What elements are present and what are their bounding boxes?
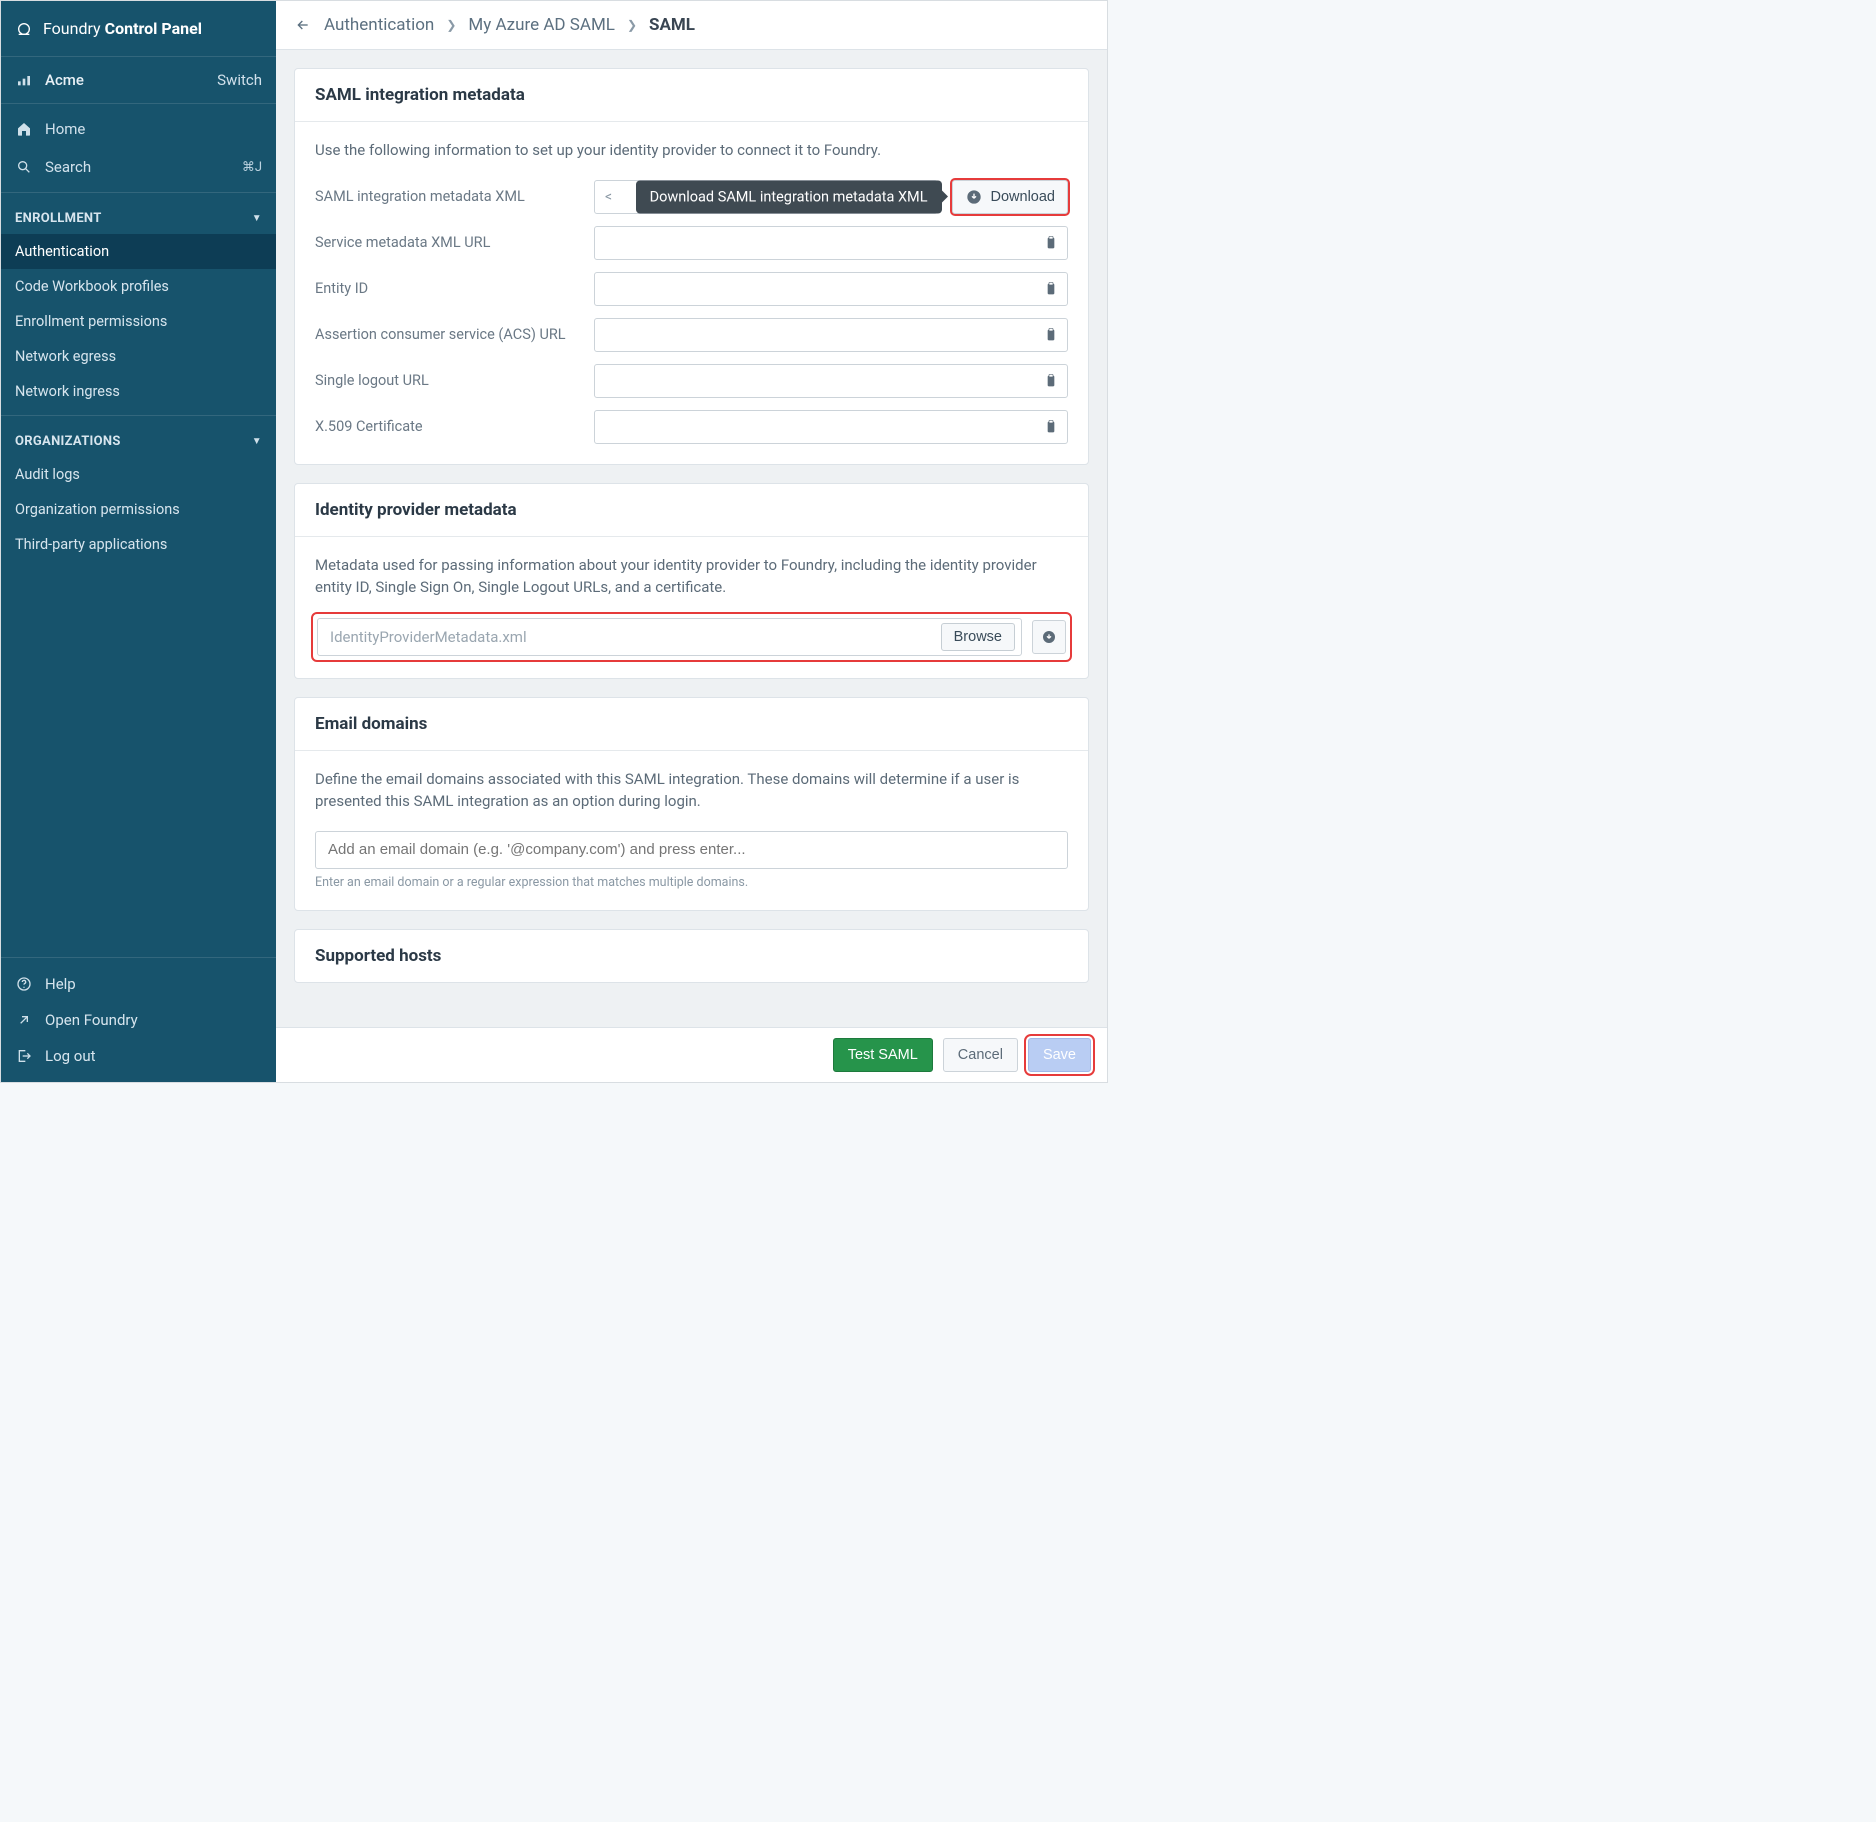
tenant-row: Acme Switch bbox=[1, 57, 276, 104]
logout-icon bbox=[15, 1047, 33, 1065]
tenant-icon bbox=[15, 71, 33, 89]
service-metadata-url-input[interactable] bbox=[594, 226, 1068, 260]
section-organizations-header[interactable]: ORGANIZATIONS ▼ bbox=[1, 422, 276, 457]
breadcrumb-current: SAML bbox=[649, 15, 695, 35]
email-helper-text: Enter an email domain or a regular expre… bbox=[315, 875, 1068, 890]
browse-button[interactable]: Browse bbox=[941, 623, 1015, 651]
footer-open-foundry[interactable]: Open Foundry bbox=[1, 1002, 276, 1038]
sidebar-item-organization-permissions[interactable]: Organization permissions bbox=[1, 492, 276, 527]
field-label-entity: Entity ID bbox=[315, 280, 580, 297]
card-desc: Metadata used for passing information ab… bbox=[315, 555, 1068, 599]
field-label-slo: Single logout URL bbox=[315, 372, 580, 389]
download-icon bbox=[965, 188, 983, 206]
idp-metadata-card: Identity provider metadata Metadata used… bbox=[294, 483, 1089, 680]
home-icon bbox=[15, 120, 33, 138]
caret-down-icon: ▼ bbox=[252, 436, 262, 447]
clipboard-icon[interactable] bbox=[1042, 280, 1060, 298]
sidebar-item-network-egress[interactable]: Network egress bbox=[1, 339, 276, 374]
field-label-url: Service metadata XML URL bbox=[315, 234, 580, 251]
footer-logout[interactable]: Log out bbox=[1, 1038, 276, 1074]
help-icon bbox=[15, 975, 33, 993]
cancel-button[interactable]: Cancel bbox=[943, 1038, 1018, 1072]
switch-tenant-link[interactable]: Switch bbox=[217, 71, 262, 89]
nav-home[interactable]: Home bbox=[1, 110, 276, 148]
sidebar-item-third-party-applications[interactable]: Third-party applications bbox=[1, 527, 276, 562]
sidebar-item-network-ingress[interactable]: Network ingress bbox=[1, 374, 276, 409]
sidebar-item-authentication[interactable]: Authentication bbox=[1, 234, 276, 269]
idp-file-input[interactable]: IdentityProviderMetadata.xml Browse bbox=[317, 618, 1022, 656]
brand-text: Foundry Control Panel bbox=[43, 19, 202, 38]
sidebar-item-code-workbook-profiles[interactable]: Code Workbook profiles bbox=[1, 269, 276, 304]
breadcrumb-authentication[interactable]: Authentication bbox=[324, 15, 434, 35]
test-saml-button[interactable]: Test SAML bbox=[833, 1038, 933, 1072]
field-label-cert: X.509 Certificate bbox=[315, 418, 580, 435]
download-tooltip: Download SAML integration metadata XML bbox=[636, 180, 942, 213]
brand: Foundry Control Panel bbox=[1, 1, 276, 57]
field-label-acs: Assertion consumer service (ACS) URL bbox=[315, 326, 580, 343]
search-icon bbox=[15, 158, 33, 176]
download-button[interactable]: Download bbox=[952, 180, 1069, 214]
supported-hosts-card: Supported hosts bbox=[294, 929, 1089, 983]
acs-url-input[interactable] bbox=[594, 318, 1068, 352]
nav-search-label: Search bbox=[45, 158, 91, 176]
card-title: Email domains bbox=[295, 698, 1088, 751]
download-icon bbox=[1040, 628, 1058, 646]
tenant-name: Acme bbox=[45, 71, 84, 89]
external-link-icon bbox=[15, 1011, 33, 1029]
caret-down-icon: ▼ bbox=[252, 213, 262, 224]
email-domains-card: Email domains Define the email domains a… bbox=[294, 697, 1089, 911]
chevron-right-icon: ❯ bbox=[446, 18, 456, 32]
card-desc: Use the following information to set up … bbox=[315, 140, 1068, 162]
nav-search[interactable]: Search ⌘J bbox=[1, 148, 276, 186]
sidebar-item-enrollment-permissions[interactable]: Enrollment permissions bbox=[1, 304, 276, 339]
clipboard-icon[interactable] bbox=[1042, 326, 1060, 344]
cert-input[interactable] bbox=[594, 410, 1068, 444]
email-domain-input[interactable] bbox=[315, 831, 1068, 869]
bottom-bar: Test SAML Cancel Save bbox=[276, 1027, 1107, 1082]
saml-metadata-card: SAML integration metadata Use the follow… bbox=[294, 68, 1089, 465]
card-title: SAML integration metadata bbox=[295, 69, 1088, 122]
section-enrollment-header[interactable]: ENROLLMENT ▼ bbox=[1, 199, 276, 234]
field-label-xml: SAML integration metadata XML bbox=[315, 188, 580, 205]
main: Authentication ❯ My Azure AD SAML ❯ SAML… bbox=[276, 1, 1107, 1082]
entity-id-input[interactable] bbox=[594, 272, 1068, 306]
footer-help[interactable]: Help bbox=[1, 966, 276, 1002]
foundry-logo-icon bbox=[15, 20, 33, 38]
nav-home-label: Home bbox=[45, 120, 85, 138]
search-shortcut: ⌘J bbox=[242, 160, 262, 175]
clipboard-icon[interactable] bbox=[1042, 234, 1060, 252]
sidebar: Foundry Control Panel Acme Switch Home bbox=[1, 1, 276, 1082]
card-title: Identity provider metadata bbox=[295, 484, 1088, 537]
idp-download-button[interactable] bbox=[1032, 620, 1066, 654]
topbar: Authentication ❯ My Azure AD SAML ❯ SAML bbox=[276, 1, 1107, 50]
clipboard-icon[interactable] bbox=[1042, 418, 1060, 436]
slo-url-input[interactable] bbox=[594, 364, 1068, 398]
card-title: Supported hosts bbox=[295, 930, 1088, 982]
sidebar-item-audit-logs[interactable]: Audit logs bbox=[1, 457, 276, 492]
save-button[interactable]: Save bbox=[1028, 1038, 1091, 1072]
card-desc: Define the email domains associated with… bbox=[315, 769, 1068, 813]
back-arrow-icon[interactable] bbox=[294, 16, 312, 34]
idp-file-placeholder: IdentityProviderMetadata.xml bbox=[330, 628, 527, 646]
chevron-right-icon: ❯ bbox=[627, 18, 637, 32]
clipboard-icon[interactable] bbox=[1042, 372, 1060, 390]
breadcrumb-provider[interactable]: My Azure AD SAML bbox=[468, 15, 615, 35]
